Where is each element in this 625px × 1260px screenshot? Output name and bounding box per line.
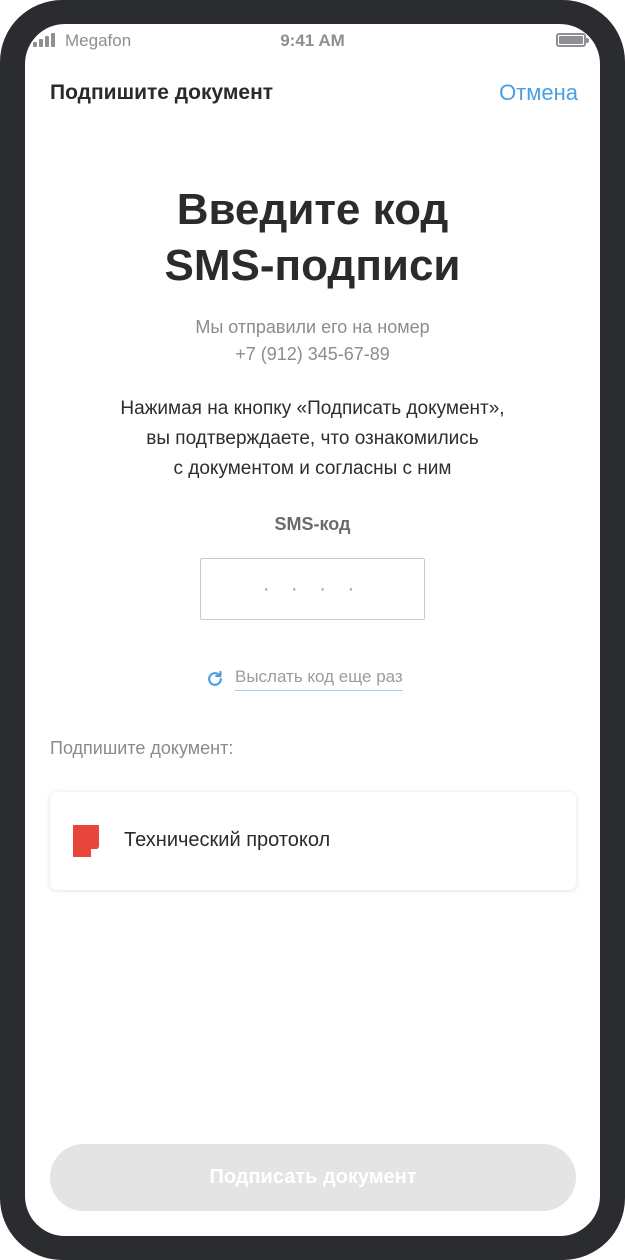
heading-line: Введите код xyxy=(176,185,449,234)
page-title: Подпишите документ xyxy=(50,81,274,104)
sign-document-button[interactable]: Подписать документ xyxy=(50,1144,576,1211)
documents-label: Подпишите документ: xyxy=(50,738,234,758)
battery-icon xyxy=(556,33,589,47)
refresh-icon xyxy=(208,670,222,686)
resend-code-link[interactable]: Выслать код еще раз xyxy=(205,665,403,693)
main-heading: Введите код SMS-подписи xyxy=(25,182,600,294)
status-time: 9:41 AM xyxy=(280,31,345,50)
consent-text: Нажимая на кнопку «Подписать документ», … xyxy=(25,394,600,484)
consent-line: Нажимая на кнопку «Подписать документ», xyxy=(120,398,505,419)
pdf-document-icon xyxy=(73,825,99,857)
sent-to-line: Мы отправили его на номер xyxy=(195,317,430,337)
status-bar: Megafon 9:41 AM xyxy=(25,24,600,56)
document-name: Технический протокол xyxy=(124,829,331,851)
screen: Megafon 9:41 AM Подпишите документ Отмен… xyxy=(25,24,600,1236)
document-item[interactable]: Технический протокол xyxy=(50,792,576,890)
phone-frame: Megafon 9:41 AM Подпишите документ Отмен… xyxy=(0,0,625,1260)
cancel-button[interactable]: Отмена xyxy=(499,80,578,106)
sms-code-label: SMS-код xyxy=(274,514,351,534)
sms-code-input[interactable] xyxy=(200,558,425,620)
consent-line: с документом и согласны с ним xyxy=(173,458,452,479)
phone-number: +7 (912) 345-67-89 xyxy=(235,344,390,364)
resend-code-label: Выслать код еще раз xyxy=(235,667,403,691)
consent-line: вы подтверждаете, что ознакомились xyxy=(146,428,479,449)
sent-to-text: Мы отправили его на номер +7 (912) 345-6… xyxy=(25,314,600,368)
heading-line: SMS-подписи xyxy=(164,241,461,290)
